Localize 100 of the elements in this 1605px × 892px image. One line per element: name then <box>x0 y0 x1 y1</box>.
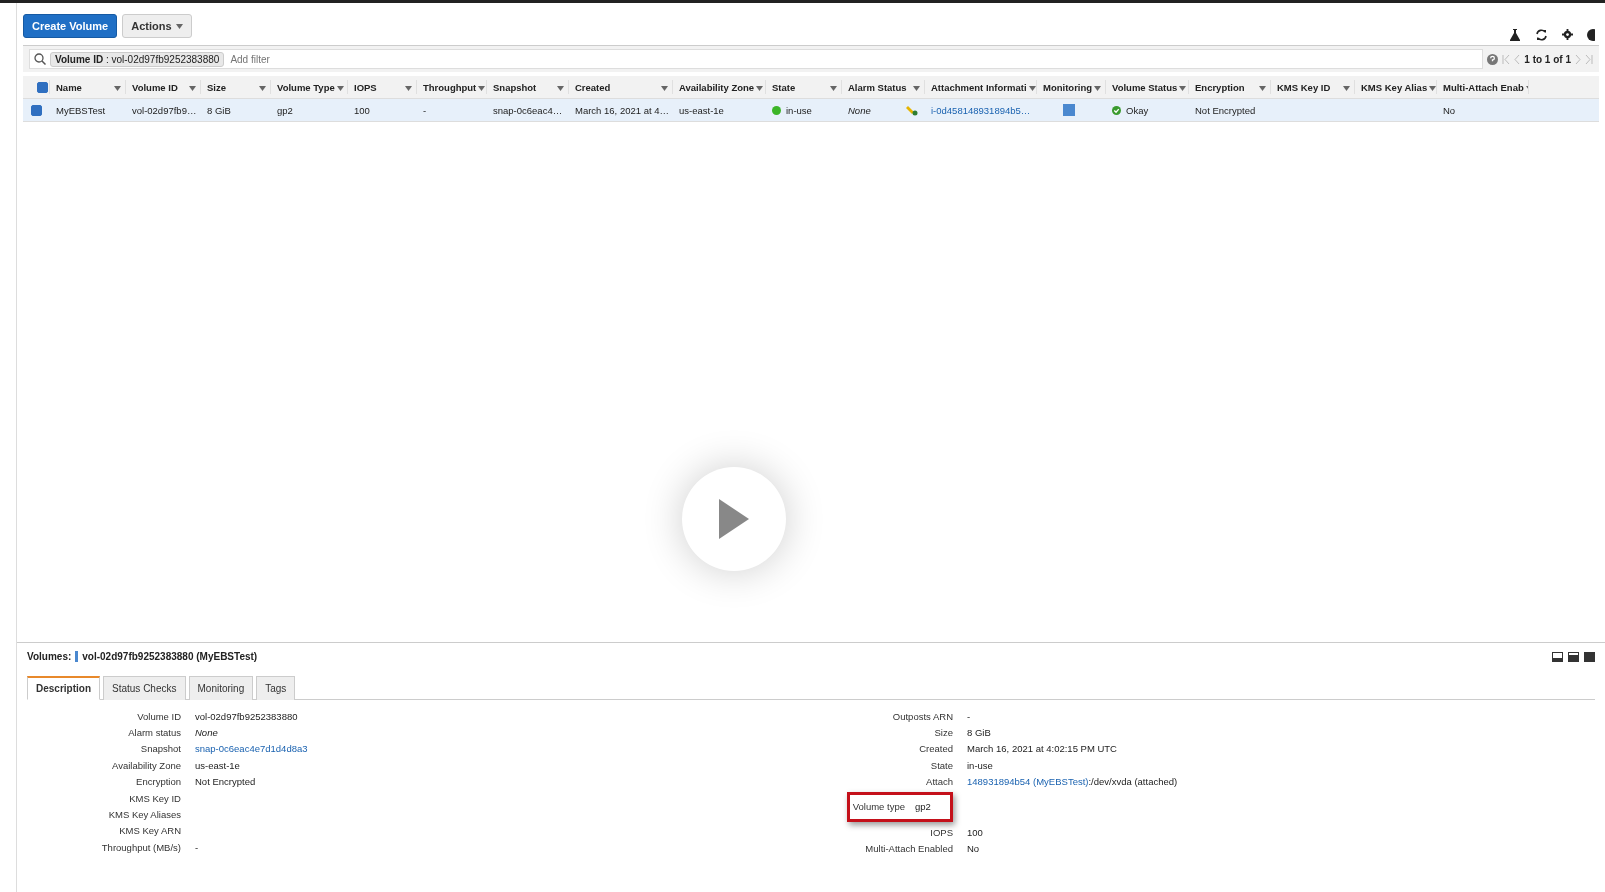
detail-value: March 16, 2021 at 4:02:15 PM UTC <box>967 743 1117 755</box>
detail-label: Snapshot <box>139 743 182 755</box>
attachment-link[interactable]: i-0d458148931894b5… <box>931 104 1031 116</box>
detail-value: 100 <box>967 826 983 838</box>
caret-icon <box>189 85 196 91</box>
detail-label: Throughput (MB/s) <box>100 841 182 853</box>
column-header[interactable]: KMS Key ID <box>1277 81 1331 93</box>
table-cell: gp2 <box>277 104 293 116</box>
play-icon <box>717 497 751 541</box>
column-header[interactable]: Availability Zone <box>679 81 755 93</box>
table-cell: in-use <box>786 104 812 116</box>
caret-icon <box>756 85 764 91</box>
volume-marker-icon <box>75 651 79 662</box>
column-header[interactable]: Size <box>207 81 226 93</box>
caret-icon <box>1094 85 1102 91</box>
caret-icon <box>175 23 183 29</box>
column-header[interactable]: IOPS <box>354 81 377 93</box>
table-cell: March 16, 2021 at 4… <box>575 104 669 116</box>
table-cell: 8 GiB <box>207 104 231 116</box>
column-header[interactable]: Throughput <box>423 81 477 93</box>
detail-tab[interactable]: Monitoring <box>188 676 254 700</box>
detail-label: Attach <box>925 776 954 788</box>
table-cell: us-east-1e <box>679 104 724 116</box>
column-header[interactable]: Encryption <box>1195 81 1245 93</box>
column-header[interactable]: Multi-Attach Enab <box>1443 81 1524 93</box>
table-cell: 100 <box>354 104 370 116</box>
detail-label: Encryption <box>135 776 182 788</box>
actions-button[interactable]: Actions <box>122 14 192 38</box>
caret-icon <box>1259 85 1266 91</box>
detail-value: Not Encrypted <box>195 776 256 788</box>
caret-icon <box>830 85 837 91</box>
filter-field[interactable]: Volume ID : vol-02d97fb9252383880 Add filter <box>29 49 1484 69</box>
column-header[interactable]: Name <box>56 81 82 93</box>
caret-icon <box>1343 85 1350 91</box>
detail-value: 8 GiB <box>967 727 991 739</box>
detail-label: State <box>929 759 954 771</box>
caret-icon <box>557 85 564 91</box>
detail-link[interactable]: snap-0c6eac4e7d1d4d8a3 <box>195 743 308 755</box>
detail-value: gp2 <box>915 801 931 813</box>
caret-icon <box>405 85 412 91</box>
caret-icon <box>478 85 486 91</box>
panel-middle-icon[interactable] <box>1568 651 1579 662</box>
pagination-text: 1 to 1 of 1 <box>1524 53 1571 65</box>
caret-icon <box>913 85 920 91</box>
column-header[interactable]: Volume ID <box>132 81 178 93</box>
detail-value: us-east-1e <box>195 759 240 771</box>
table-row[interactable]: MyEBSTest vol-02d97fb9… 8 GiB gp2 100 - snap-0c6eac4… March 16, 2021 at 4… us-east-1e in-use None i-0d458148931894b5… Okay Not Encrypted No <box>23 99 1599 122</box>
check-circle-icon <box>1112 105 1121 115</box>
flask-icon[interactable] <box>1509 29 1521 41</box>
select-all-checkbox[interactable] <box>37 81 48 93</box>
caret-icon <box>114 85 121 91</box>
filter-token[interactable]: Volume ID : vol-02d97fb9252383880 <box>50 51 225 67</box>
caret-icon <box>259 85 266 91</box>
detail-tab[interactable]: Status Checks <box>103 676 186 700</box>
detail-value: - <box>195 841 199 853</box>
detail-value: vol-02d97fb9252383880 <box>195 710 298 722</box>
detail-value: in-use <box>967 759 993 771</box>
detail-value: - <box>967 710 971 722</box>
column-header[interactable]: Alarm Status <box>848 81 907 93</box>
detail-label: Volume ID <box>136 710 182 722</box>
column-header[interactable]: Snapshot <box>493 81 537 93</box>
table-cell: snap-0c6eac4… <box>493 104 563 116</box>
column-header[interactable]: Attachment Informati <box>931 81 1027 93</box>
column-header[interactable]: State <box>772 81 796 93</box>
detail-tab[interactable]: Description <box>27 676 100 700</box>
detail-link[interactable]: 148931894b54 (MyEBSTest) <box>967 776 1089 788</box>
table-cell: None <box>848 104 871 116</box>
panel-bottom-icon[interactable] <box>1552 651 1563 662</box>
caret-icon <box>336 85 344 91</box>
column-header[interactable]: Created <box>575 81 611 93</box>
caret-icon <box>1179 85 1187 91</box>
refresh-icon[interactable] <box>1535 29 1548 41</box>
create-volume-button[interactable]: Create Volume <box>23 14 118 38</box>
detail-label: Created <box>918 743 954 755</box>
detail-label: Multi-Attach Enabled <box>864 843 954 855</box>
table-cell: Okay <box>1126 104 1149 116</box>
detail-tab[interactable]: Tags <box>256 676 296 700</box>
column-header[interactable]: Volume Status <box>1112 81 1178 93</box>
caret-icon <box>661 85 668 91</box>
column-header[interactable]: Monitoring <box>1043 81 1093 93</box>
panel-top-icon[interactable] <box>1584 651 1595 662</box>
detail-label: IOPS <box>929 826 954 838</box>
add-filter-input[interactable]: Add filter <box>228 52 1479 66</box>
detail-label: Alarm status <box>127 727 182 739</box>
table-cell: - <box>423 104 427 116</box>
caret-icon <box>1028 85 1036 91</box>
column-header[interactable]: Volume Type <box>277 81 335 93</box>
detail-label: Outposts ARN <box>891 710 954 722</box>
detail-value: :/dev/xvda (attached) <box>1088 776 1178 788</box>
table-cell: Not Encrypted <box>1195 104 1256 116</box>
detail-value: None <box>195 727 218 739</box>
detail-label: KMS Key ARN <box>118 825 182 837</box>
detail-label: Availability Zone <box>111 759 182 771</box>
detail-label: KMS Key ID <box>128 792 182 804</box>
caret-icon <box>1429 85 1436 91</box>
column-header[interactable]: KMS Key Alias <box>1361 81 1428 93</box>
detail-label: KMS Key Aliases <box>107 809 182 821</box>
row-checkbox[interactable] <box>31 104 42 116</box>
detail-value: No <box>967 843 980 855</box>
table-cell: MyEBSTest <box>56 104 106 116</box>
